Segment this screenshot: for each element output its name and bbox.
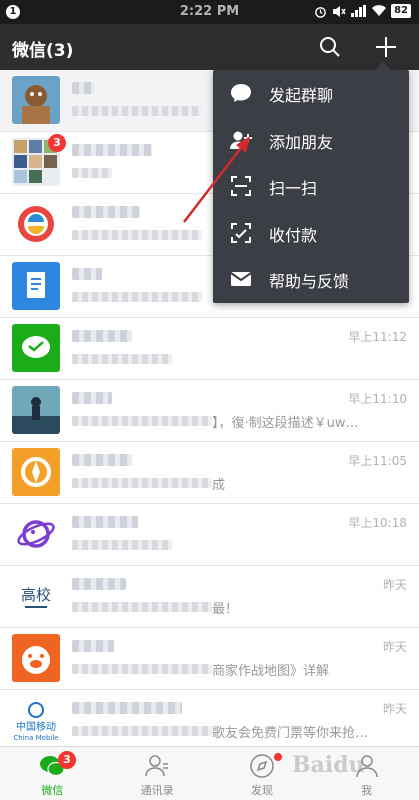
- plus-icon[interactable]: [374, 35, 398, 59]
- chat-preview: 歌友会免费门票等你来抢…: [212, 726, 369, 741]
- chat-time: 早上11:10: [348, 392, 407, 406]
- blurred-name: [72, 640, 114, 652]
- avatar: [12, 386, 60, 434]
- status-bar: 1 2:22 PM 82: [0, 0, 419, 24]
- blurred-name: [72, 206, 140, 218]
- menu-item-add-friend[interactable]: 添加朋友: [213, 117, 409, 164]
- chat-time: 早上11:05: [348, 454, 407, 468]
- page-title: 微信(3): [12, 41, 74, 61]
- tab-label: 发现: [250, 784, 273, 797]
- blurred-message: [72, 354, 172, 364]
- menu-item-label: 发起群聊: [269, 86, 334, 105]
- chat-row[interactable]: 成 早上11:05: [0, 442, 419, 504]
- chat-bubble-icon: [231, 84, 251, 102]
- chat-row[interactable]: 早上10:18: [0, 504, 419, 566]
- avatar: [12, 510, 60, 558]
- avatar-text: 中国移动: [16, 720, 56, 733]
- scan-icon: [231, 176, 251, 197]
- chat-preview: 成: [212, 478, 226, 493]
- contacts-icon: [145, 755, 169, 777]
- avatar: 高校: [12, 572, 60, 620]
- chat-time: 早上10:18: [348, 516, 407, 530]
- wifi-icon: [372, 5, 387, 17]
- blurred-name: [72, 702, 182, 714]
- avatar: [12, 448, 60, 496]
- status-icons: 82: [314, 4, 411, 18]
- chat-row[interactable]: 高校 最！ 昨天: [0, 566, 419, 628]
- unread-badge: 3: [58, 751, 76, 769]
- chat-row[interactable]: 中国移动 China Mobile 歌友会免费门票等你来抢… 昨天: [0, 690, 419, 752]
- avatar-text: 高校: [21, 586, 51, 604]
- unread-badge: 3: [48, 134, 66, 152]
- tab-chats[interactable]: 3 微信: [0, 747, 105, 800]
- blurred-message: [72, 540, 172, 550]
- new-dot: [273, 753, 282, 761]
- blurred-message: [72, 726, 212, 736]
- blurred-name: [72, 578, 126, 590]
- blurred-message: [72, 664, 212, 674]
- menu-item-label: 帮助与反馈: [269, 272, 350, 292]
- chat-time: 早上11:12: [348, 330, 407, 344]
- blurred-name: [72, 454, 132, 466]
- menu-item-label: 扫一扫: [269, 179, 318, 199]
- menu-item-scan[interactable]: 扫一扫: [213, 163, 409, 210]
- blurred-message: [72, 292, 202, 302]
- search-icon[interactable]: [318, 35, 342, 59]
- blurred-message: [72, 106, 202, 116]
- blurred-message: [72, 602, 212, 612]
- chat-time: 昨天: [382, 640, 407, 654]
- alarm-icon: [315, 6, 326, 18]
- blurred-message: [72, 416, 212, 426]
- compass-icon: [250, 754, 274, 778]
- blurred-message: [72, 230, 202, 240]
- chat-row[interactable]: 早上11:12: [0, 318, 419, 380]
- plus-dropdown-menu: 发起群聊 添加朋友 扫一扫 收付款 帮助与反馈: [213, 62, 409, 303]
- baidu-watermark: Baidu: [292, 752, 365, 778]
- blurred-name: [72, 392, 112, 404]
- blurred-name: [72, 268, 102, 280]
- blurred-name: [72, 516, 138, 528]
- chat-row[interactable]: 商家作战地图》详解 昨天: [0, 628, 419, 690]
- app-header: 微信(3): [0, 24, 419, 70]
- tab-label: 通讯录: [140, 784, 174, 797]
- add-friend-icon: [230, 131, 252, 149]
- menu-item-label: 收付款: [269, 225, 318, 245]
- chat-preview: 商家作战地图》详解: [212, 664, 330, 679]
- mute-icon: [333, 5, 346, 17]
- avatar: [12, 76, 60, 124]
- blurred-name: [72, 144, 152, 156]
- menu-item-payment[interactable]: 收付款: [213, 210, 409, 257]
- avatar: [12, 200, 60, 248]
- tab-contacts[interactable]: 通讯录: [105, 747, 210, 800]
- mail-icon: [230, 272, 252, 287]
- chat-preview: 最！: [212, 602, 239, 617]
- menu-item-group-chat[interactable]: 发起群聊: [213, 70, 409, 117]
- menu-item-help-feedback[interactable]: 帮助与反馈: [213, 256, 409, 303]
- menu-item-label: 添加朋友: [269, 132, 334, 152]
- payment-icon: [231, 222, 251, 243]
- chat-time: 昨天: [382, 578, 407, 592]
- avatar: [12, 324, 60, 372]
- avatar: 中国移动 China Mobile: [12, 696, 60, 744]
- tab-label: 我: [361, 784, 373, 797]
- signal-icon: [351, 5, 367, 17]
- blurred-name: [72, 330, 132, 342]
- avatar-text: China Mobile: [13, 734, 58, 742]
- tab-label: 微信: [41, 784, 64, 797]
- avatar: [12, 634, 60, 682]
- chat-preview: 】，復·制这段描述￥uw…: [212, 416, 359, 431]
- chat-time: 昨天: [382, 702, 407, 716]
- battery-level: 82: [391, 4, 411, 18]
- chat-row[interactable]: 】，復·制这段描述￥uw… 早上11:10: [0, 380, 419, 442]
- avatar: [12, 262, 60, 310]
- blurred-message: [72, 478, 212, 488]
- blurred-name: [72, 82, 94, 94]
- blurred-message: [72, 168, 112, 178]
